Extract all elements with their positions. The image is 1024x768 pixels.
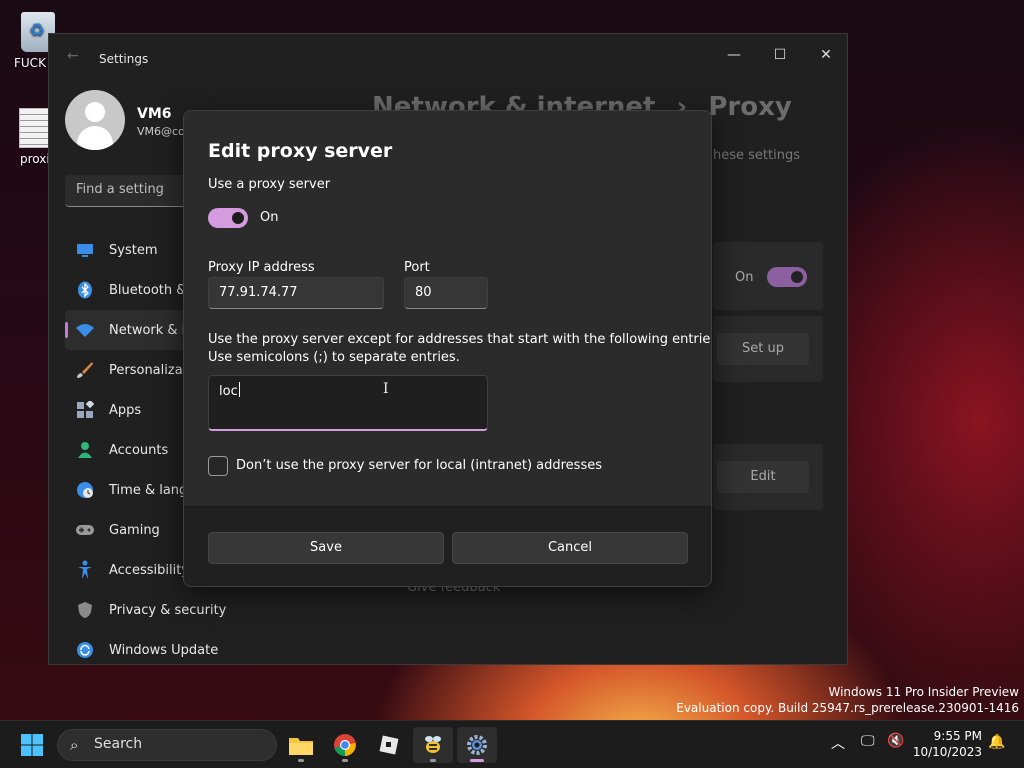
network-icon[interactable]: 🖵	[861, 733, 875, 749]
sidebar-item-label: Network & i	[109, 322, 186, 338]
sidebar-item-windows-update[interactable]: Windows Update	[65, 630, 305, 670]
chevron-up-icon[interactable]: ︿	[831, 733, 845, 753]
clock[interactable]: 9:55 PM 10/10/2023	[913, 728, 982, 760]
windows-logo-icon	[21, 734, 43, 756]
ip-address-input[interactable]: 77.91.74.77	[208, 277, 384, 309]
exceptions-description-line1: Use the proxy server except for addresse…	[208, 332, 712, 347]
search-label: Search	[94, 736, 143, 752]
dialog-title: Edit proxy server	[208, 140, 393, 162]
brush-icon	[75, 360, 95, 380]
sidebar-item-label: System	[109, 242, 158, 258]
sidebar-item-label: Windows Update	[109, 642, 219, 658]
user-email: VM6@co	[137, 125, 185, 138]
shield-icon	[75, 600, 95, 620]
sidebar-item-privacy[interactable]: Privacy & security	[65, 590, 305, 630]
breadcrumb-current: Proxy	[708, 92, 792, 122]
use-proxy-toggle[interactable]	[208, 208, 248, 228]
ip-address-label: Proxy IP address	[208, 260, 315, 275]
person-icon	[75, 440, 95, 460]
monitor-icon	[75, 240, 95, 260]
cancel-button[interactable]: Cancel	[452, 532, 688, 564]
sidebar-item-label: Gaming	[109, 522, 160, 538]
update-icon	[75, 640, 95, 660]
setup-button[interactable]: Set up	[717, 333, 809, 365]
chrome-button[interactable]	[325, 727, 365, 763]
port-input[interactable]: 80	[404, 277, 488, 309]
taskbar: ⌕ Search ︿ 🖵 🔇 9:55 PM 10/10/2023 🔔	[0, 720, 1024, 768]
globe-clock-icon	[75, 480, 95, 500]
window-title: Settings	[99, 52, 149, 66]
bee-icon	[425, 736, 441, 753]
close-button[interactable]: ✕	[803, 40, 849, 70]
local-addresses-checkbox[interactable]	[208, 456, 228, 476]
sidebar-item-label: Time & lang	[109, 482, 188, 498]
avatar[interactable]	[65, 90, 125, 150]
folder-icon	[289, 738, 313, 755]
sidebar-item-label: Accounts	[109, 442, 169, 458]
ibeam-cursor-icon: I	[383, 381, 389, 397]
save-button[interactable]: Save	[208, 532, 444, 564]
gear-icon	[467, 735, 487, 755]
exceptions-textarea[interactable]: loc	[208, 375, 488, 431]
maximize-button[interactable]: ☐	[757, 40, 803, 70]
toggle-state-label: On	[260, 210, 279, 225]
volume-muted-icon[interactable]: 🔇	[887, 733, 904, 749]
accessibility-icon	[75, 560, 95, 580]
sidebar-item-label: Accessibility	[109, 562, 189, 578]
exceptions-description-line2: Use semicolons (;) to separate entries.	[208, 350, 460, 365]
bluetooth-icon	[75, 280, 95, 300]
local-addresses-label: Don’t use the proxy server for local (in…	[236, 458, 602, 473]
chrome-icon	[334, 734, 356, 756]
sidebar-item-label: Personalizati	[109, 362, 192, 378]
taskbar-search[interactable]: ⌕ Search	[57, 729, 277, 761]
search-icon: ⌕	[70, 736, 79, 754]
clock-date: 10/10/2023	[912, 745, 982, 759]
port-label: Port	[404, 260, 430, 275]
back-arrow-icon[interactable]: ←	[67, 48, 79, 64]
app-button[interactable]	[369, 727, 409, 763]
sidebar-item-label: Apps	[109, 402, 142, 418]
wifi-icon	[75, 320, 95, 340]
sidebar-item-label: Bluetooth &	[109, 282, 187, 298]
user-name: VM6	[137, 106, 172, 122]
gamepad-icon	[75, 520, 95, 540]
use-proxy-label: Use a proxy server	[208, 177, 331, 192]
exceptions-text: loc	[219, 384, 238, 399]
notification-bell-icon[interactable]: 🔔	[988, 734, 1005, 750]
start-button[interactable]	[12, 727, 52, 763]
auto-detect-toggle[interactable]	[767, 267, 807, 287]
sidebar-item-label: Privacy & security	[109, 602, 227, 618]
text-caret	[238, 382, 240, 397]
settings-taskbar-button[interactable]	[457, 727, 497, 763]
auto-detect-toggle-label: On	[735, 270, 754, 285]
app-icon	[379, 735, 399, 755]
minimize-button[interactable]: —	[711, 40, 757, 70]
settings-hint: hese settings	[713, 148, 800, 163]
file-explorer-button[interactable]	[281, 727, 321, 763]
clock-time: 9:55 PM	[933, 729, 982, 743]
edit-button[interactable]: Edit	[717, 461, 809, 493]
watermark-line2: Evaluation copy. Build 25947.rs_prerelea…	[676, 701, 1019, 715]
bee-app-button[interactable]	[413, 727, 453, 763]
apps-icon	[75, 400, 95, 420]
edit-proxy-dialog: Edit proxy server Use a proxy server On …	[183, 110, 712, 587]
watermark-line1: Windows 11 Pro Insider Preview	[828, 685, 1019, 699]
